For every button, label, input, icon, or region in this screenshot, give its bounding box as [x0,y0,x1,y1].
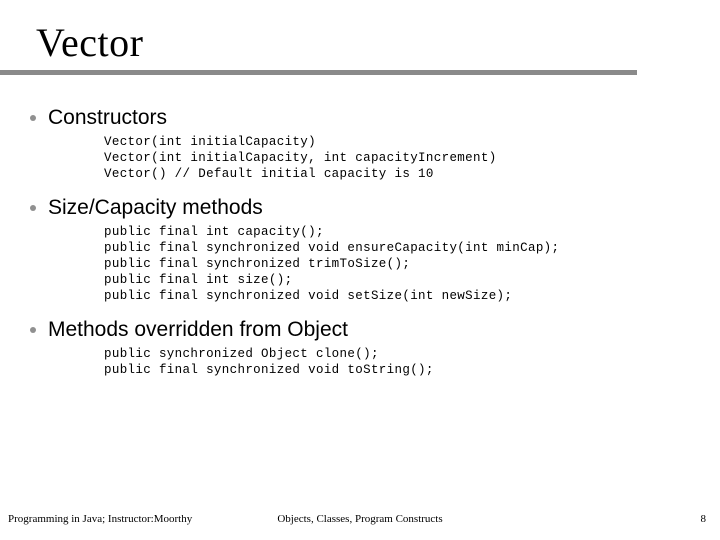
bullet-item-methods-overridden: Methods overridden from Object [0,316,720,346]
slide-footer: Programming in Java; Instructor:Moorthy … [0,512,720,532]
footer-topic: Objects, Classes, Program Constructs [277,513,443,525]
bullet-heading: Constructors [48,106,168,129]
slide-body: Constructors Vector(int initialCapacity)… [0,104,720,378]
footer-page-number: 8 [700,513,707,525]
bullet-item-size-capacity-methods: Size/Capacity methods [0,194,720,224]
code-block-methods-overridden: public synchronized Object clone(); publ… [0,346,720,378]
code-line: public final synchronized void ensureCap… [104,241,560,255]
title-divider [0,70,637,75]
bullet-dot-icon [30,205,36,211]
code-line: public final synchronized void setSize(i… [104,289,513,303]
code-line: public final synchronized void toString(… [104,363,434,377]
bullet-dot-icon [30,327,36,333]
bullet-dot-icon [30,115,36,121]
bullet-heading: Size/Capacity methods [48,196,263,219]
code-line: Vector(int initialCapacity, int capacity… [104,151,497,165]
code-line: Vector() // Default initial capacity is … [104,167,434,181]
code-block-size-capacity-methods: public final int capacity(); public fina… [0,224,720,304]
page-title: Vector [36,20,144,65]
bullet-item-constructors: Constructors [0,104,720,134]
bullet-heading: Methods overridden from Object [48,318,348,341]
code-block-constructors: Vector(int initialCapacity) Vector(int i… [0,134,720,182]
code-line: public final int size(); [104,273,293,287]
code-line: Vector(int initialCapacity) [104,135,316,149]
section-constructors: Constructors Vector(int initialCapacity)… [0,104,720,182]
code-line: public final int capacity(); [104,225,324,239]
section-size-capacity-methods: Size/Capacity methods public final int c… [0,194,720,304]
slide: Vector Constructors Vector(int initialCa… [0,0,720,540]
code-line: public final synchronized trimToSize(); [104,257,411,271]
section-methods-overridden: Methods overridden from Object public sy… [0,316,720,378]
code-line: public synchronized Object clone(); [104,347,379,361]
